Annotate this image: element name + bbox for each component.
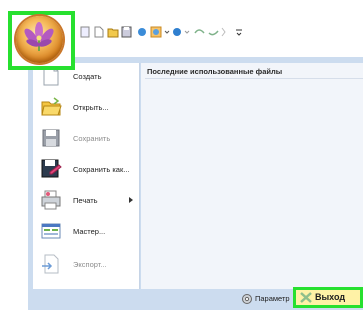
menu-item-label: Сохранить (73, 134, 111, 143)
chevron-down-icon[interactable] (184, 26, 190, 38)
undo-icon[interactable] (193, 26, 205, 38)
menu-item-label: Открыть... (73, 103, 109, 112)
submenu-arrow-icon (129, 197, 133, 203)
new-file-icon[interactable] (94, 26, 104, 38)
orange-tool-icon[interactable] (150, 26, 162, 38)
wizard-icon (41, 223, 61, 239)
close-icon (300, 292, 312, 303)
print-icon (41, 190, 61, 210)
flower-logo-icon (24, 22, 54, 51)
exit-button[interactable]: Выход (293, 287, 363, 308)
save-icon[interactable] (121, 26, 132, 38)
export-icon (42, 254, 59, 274)
gear-icon (242, 294, 252, 304)
menu-item-print[interactable]: Печать (33, 187, 139, 213)
open-folder-icon (41, 97, 62, 116)
app-menu-button-highlight (8, 11, 75, 70)
recent-files-title: Последние использованные файлы (147, 67, 283, 76)
divider (145, 78, 363, 79)
menu-item-open[interactable]: Открыть... (33, 94, 139, 120)
menu-item-label: Создать (73, 72, 102, 81)
menu-item-export[interactable]: Экспорт... (33, 251, 139, 277)
save-icon (42, 129, 60, 147)
menu-item-label: Печать (73, 196, 98, 205)
redo-icon[interactable] (207, 26, 219, 38)
open-icon[interactable] (107, 26, 119, 38)
menu-item-wizard[interactable]: Мастер... (33, 218, 139, 244)
menu-commands: Создать Открыть... Сохранить Сохранить к… (33, 63, 140, 289)
exit-label: Выход (315, 292, 346, 302)
chevron-down-icon[interactable] (164, 26, 170, 38)
small-folder-icon[interactable] (80, 26, 90, 38)
blue-dot-icon[interactable] (172, 26, 182, 38)
save-as-icon (41, 159, 62, 178)
menu-item-label: Сохранить как... (73, 165, 130, 174)
options-label: Параметр (255, 294, 290, 303)
menu-item-save[interactable]: Сохранить (33, 125, 139, 151)
application-menu: Создать Открыть... Сохранить Сохранить к… (28, 57, 363, 310)
menu-item-save-as[interactable]: Сохранить как... (33, 156, 139, 182)
customize-toolbar-icon[interactable] (236, 26, 242, 38)
recent-files-panel: Последние использованные файлы (141, 63, 363, 289)
menu-item-label: Экспорт... (73, 260, 107, 269)
blue-circle-icon[interactable] (137, 26, 147, 38)
chevron-right-icon (221, 27, 226, 37)
app-menu-button[interactable] (16, 16, 63, 63)
menu-item-label: Мастер... (73, 227, 106, 236)
